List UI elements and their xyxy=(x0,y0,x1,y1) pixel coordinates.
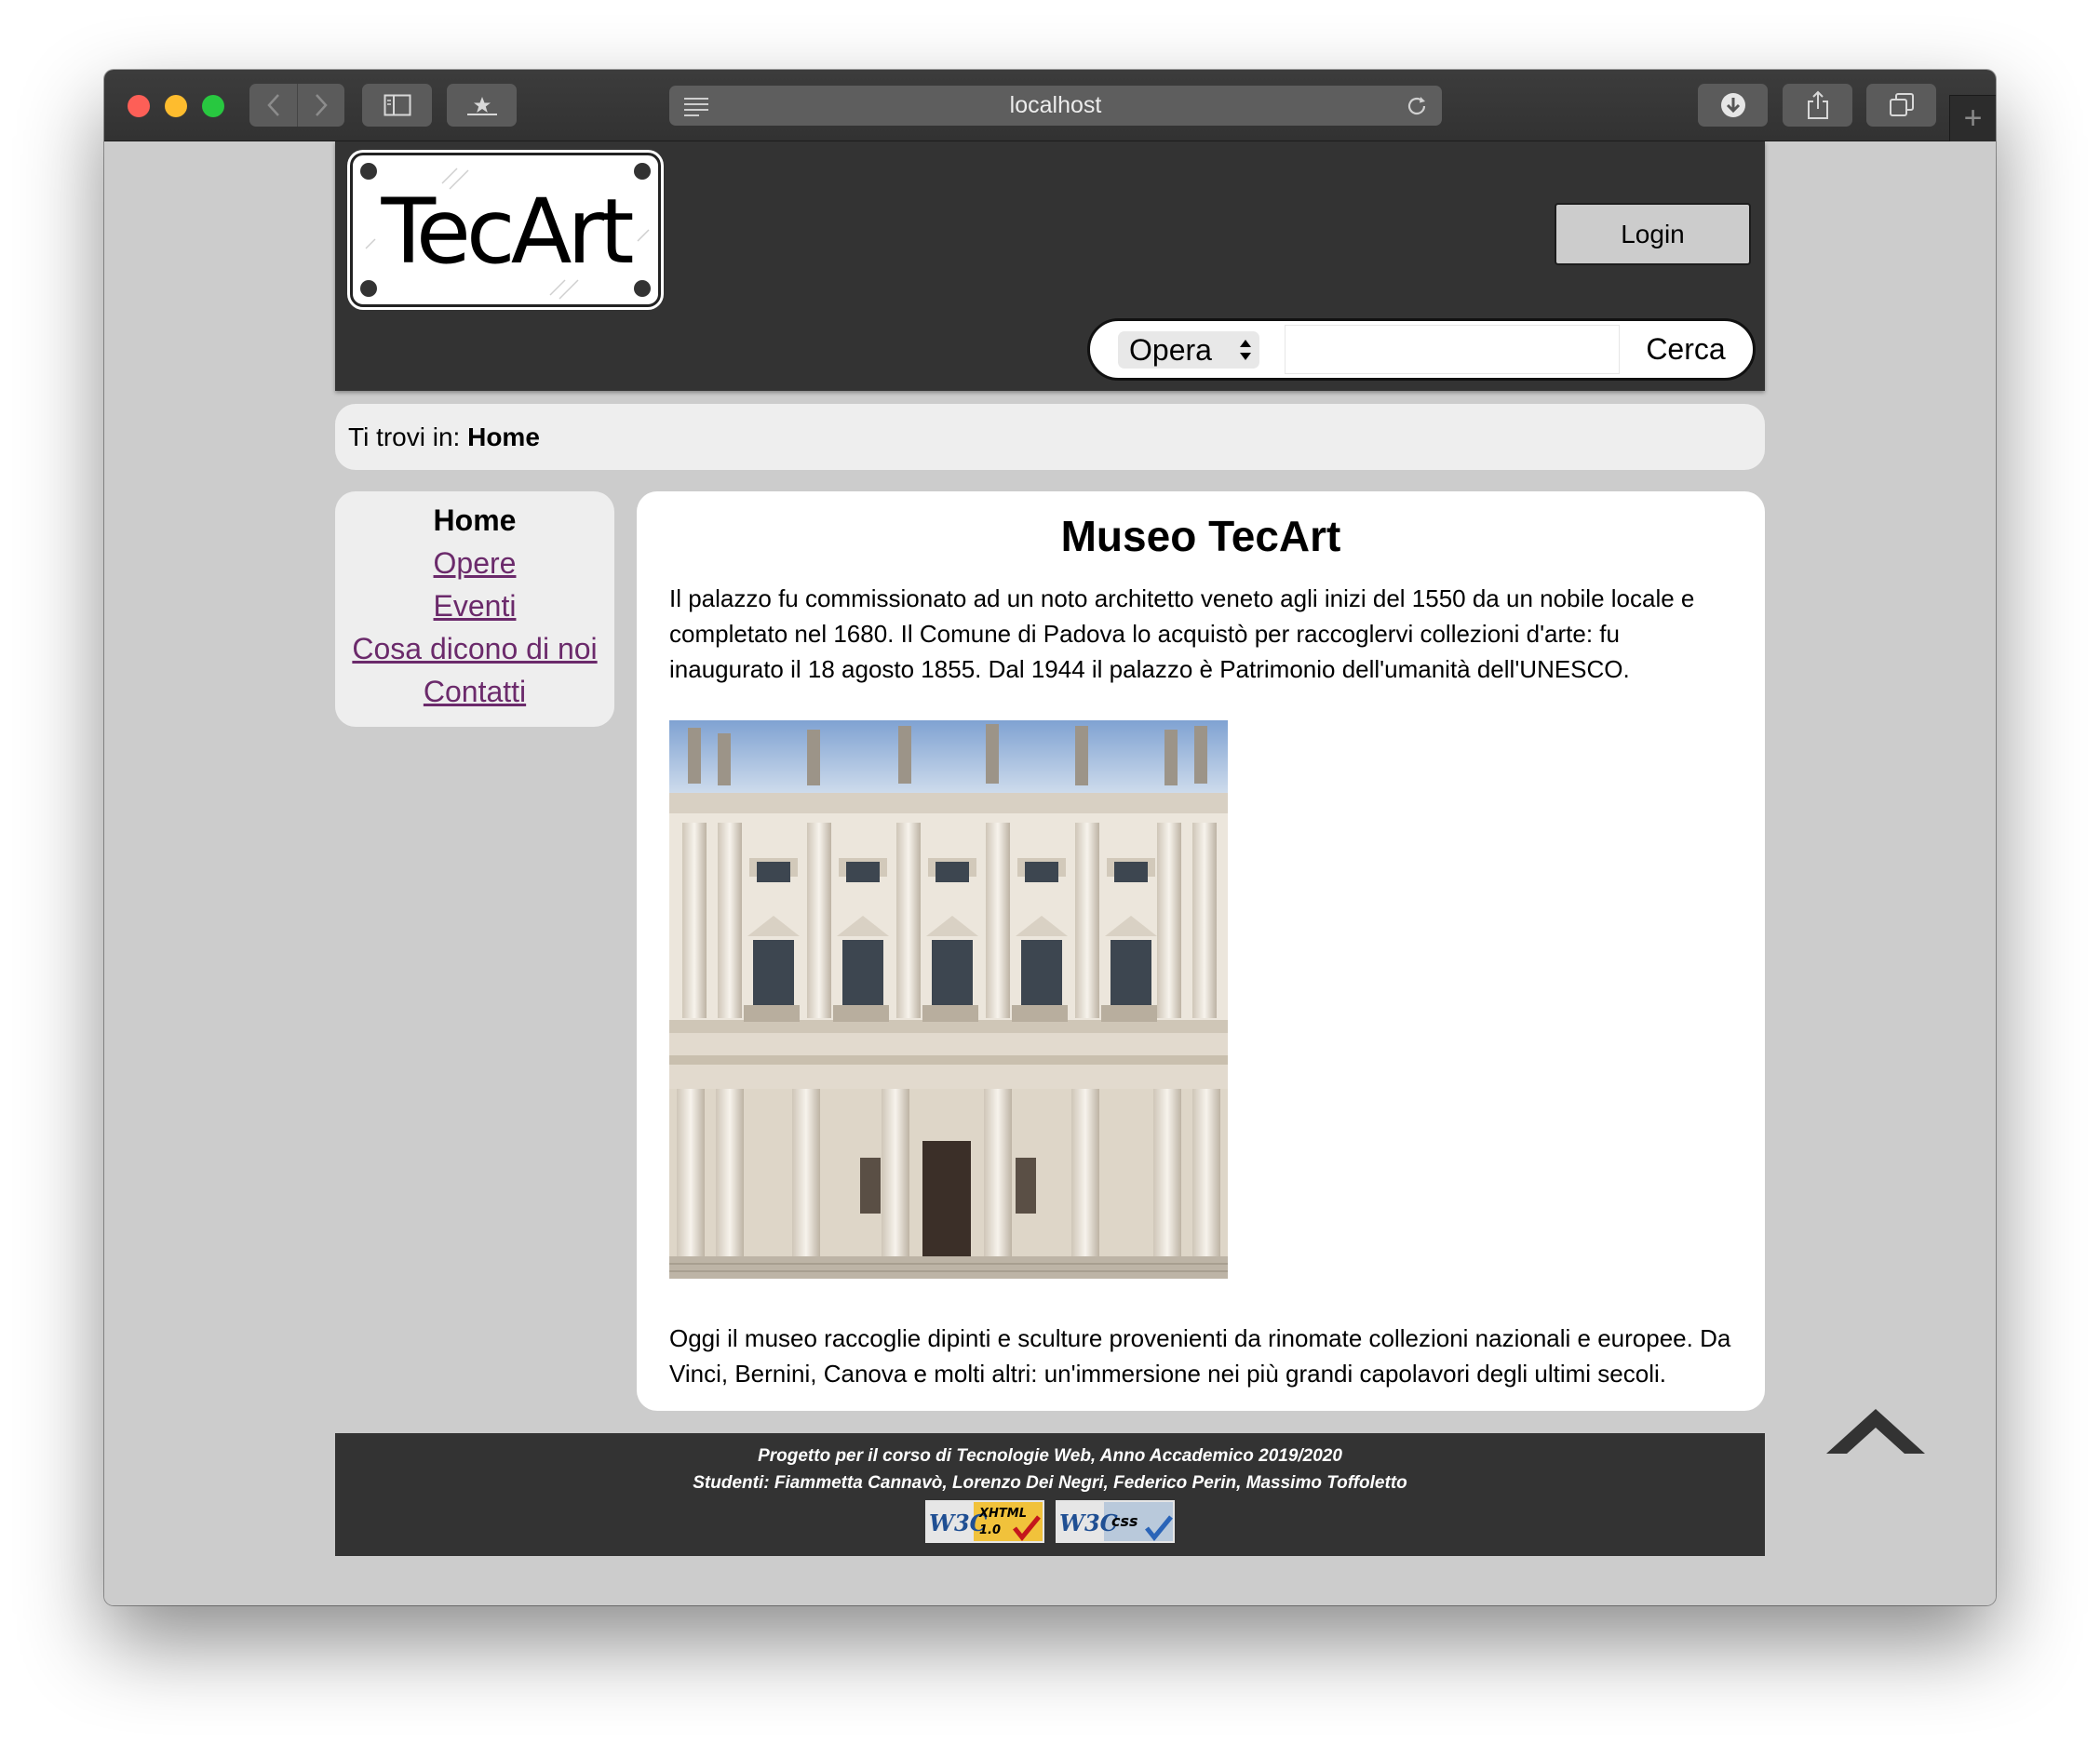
zoom-window-button[interactable] xyxy=(202,95,224,117)
history-nav xyxy=(249,84,344,127)
reload-icon[interactable] xyxy=(1405,94,1429,118)
menu-item-contatti[interactable]: Contatti xyxy=(335,670,614,713)
menu-item-opere[interactable]: Opere xyxy=(335,542,614,584)
url-text: localhost xyxy=(1009,92,1102,118)
search-button[interactable]: Cerca xyxy=(1619,321,1753,378)
w3c-xhtml-badge[interactable]: W3C XHTML 1.0 xyxy=(925,1500,1044,1543)
select-arrows-icon xyxy=(1240,340,1251,360)
museum-building-image xyxy=(669,720,1228,1279)
badge-label: css xyxy=(1111,1512,1138,1530)
search-category-value: Opera xyxy=(1129,333,1212,367)
minimize-window-button[interactable] xyxy=(165,95,187,117)
login-button[interactable]: Login xyxy=(1555,203,1751,265)
bookmarks-button[interactable] xyxy=(447,84,517,127)
share-button[interactable] xyxy=(1783,84,1852,127)
download-icon xyxy=(1720,93,1745,117)
main-content: Museo TecArt Il palazzo fu commissionato… xyxy=(637,491,1765,1411)
footer-course-line: Progetto per il corso di Tecnologie Web,… xyxy=(758,1446,1342,1466)
footer-students-line: Studenti: Fiammetta Cannavò, Lorenzo Dei… xyxy=(693,1473,1407,1493)
close-window-button[interactable] xyxy=(128,95,150,117)
forward-button[interactable] xyxy=(297,84,344,127)
menu-item-eventi[interactable]: Eventi xyxy=(335,584,614,627)
downloads-button[interactable] xyxy=(1698,84,1768,127)
share-icon xyxy=(1807,90,1828,119)
breadcrumb-current: Home xyxy=(467,423,540,451)
breadcrumb: Ti trovi in: Home xyxy=(335,404,1765,470)
breadcrumb-prefix: Ti trovi in: xyxy=(348,423,468,451)
menu-item-cosa-dicono-di-noi[interactable]: Cosa dicono di noi xyxy=(335,627,614,670)
plus-icon: + xyxy=(1963,101,1983,136)
logo-rivet xyxy=(634,163,651,180)
browser-window: localhost + TecArt Login Opera Cerca Ti … xyxy=(104,70,1996,1605)
browser-toolbar: localhost + xyxy=(104,70,1996,141)
badge-label: XHTML xyxy=(978,1507,1027,1521)
sidebar-button[interactable] xyxy=(362,84,432,127)
logo-text: TecArt xyxy=(381,180,635,284)
badge-version: 1.0 xyxy=(979,1523,1001,1537)
web-page: TecArt Login Opera Cerca Ti trovi in: Ho… xyxy=(104,141,1996,1605)
tab-overview-button[interactable] xyxy=(1866,84,1936,127)
chevron-right-icon xyxy=(316,94,328,116)
main-menu: Home Opere Eventi Cosa dicono di noi Con… xyxy=(335,491,614,727)
chevron-left-icon xyxy=(266,94,279,116)
address-bar[interactable]: localhost xyxy=(669,86,1442,126)
site-logo[interactable]: TecArt xyxy=(350,153,661,307)
search-category-select[interactable]: Opera xyxy=(1118,331,1259,369)
back-to-top-button[interactable] xyxy=(1824,1405,1927,1461)
star-icon xyxy=(466,97,497,115)
tabs-icon xyxy=(1889,93,1914,116)
intro-paragraph: Il palazzo fu commissionato ad un noto a… xyxy=(669,584,1695,683)
badge-brand: W3C xyxy=(1059,1509,1118,1536)
search-form: Opera Cerca xyxy=(1087,318,1756,381)
collection-paragraph: Oggi il museo raccoglie dipinti e scultu… xyxy=(669,1324,1731,1388)
validation-badges: W3C XHTML 1.0 W3C css xyxy=(335,1500,1765,1543)
menu-item-home: Home xyxy=(433,503,517,537)
site-header: TecArt Login Opera Cerca xyxy=(335,141,1765,391)
search-input[interactable] xyxy=(1285,325,1620,374)
chevron-up-icon xyxy=(1826,1409,1925,1454)
w3c-css-badge[interactable]: W3C css xyxy=(1056,1500,1175,1543)
sidebar-icon xyxy=(384,94,411,116)
logo-rivet xyxy=(360,163,377,180)
page-title: Museo TecArt xyxy=(1060,512,1341,560)
new-tab-button[interactable]: + xyxy=(1949,95,1996,141)
site-footer: Progetto per il corso di Tecnologie Web,… xyxy=(335,1433,1765,1556)
back-button[interactable] xyxy=(249,84,297,127)
